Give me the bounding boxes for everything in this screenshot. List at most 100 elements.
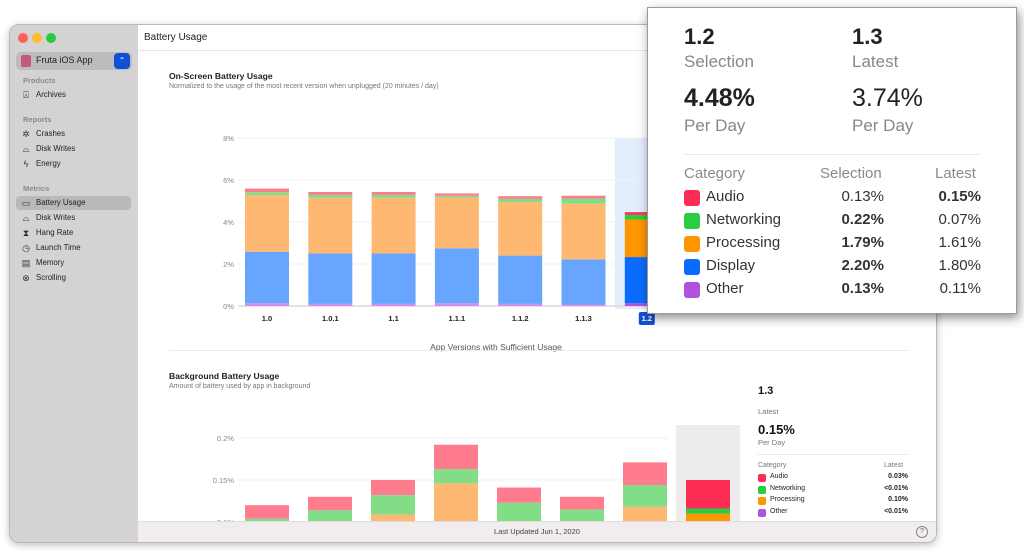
- popover-divider: [684, 154, 981, 155]
- bar-segment-display: [561, 259, 606, 305]
- processing-swatch: [684, 236, 700, 252]
- background-chart-title: Background Battery Usage: [169, 371, 280, 381]
- category-name: Networking: [706, 211, 782, 228]
- selection-value: 1.79%: [841, 234, 884, 251]
- app-name: Fruta iOS App: [36, 55, 93, 65]
- memory-icon: ▤: [21, 258, 31, 268]
- bar-1.1[interactable]: [371, 191, 416, 306]
- help-icon[interactable]: ?: [916, 526, 928, 538]
- minimize-window-button[interactable]: [32, 33, 42, 43]
- bar-1.0[interactable]: [245, 188, 289, 306]
- bar-segment-display: [434, 248, 479, 304]
- last-updated-text: Last Updated Jun 1, 2020: [494, 527, 580, 536]
- y-tick-label: 0%: [223, 302, 234, 311]
- onscreen-chart-subtitle: Normalized to the usage of the most rece…: [169, 83, 439, 90]
- audio-swatch: [758, 474, 766, 482]
- bar-segment-other: [371, 303, 416, 306]
- category-header: Category: [684, 165, 745, 182]
- hourglass-icon: ⧗: [22, 228, 30, 238]
- bar-segment-display: [245, 251, 289, 304]
- x-tick-label: 1.1.3: [575, 314, 592, 323]
- bar-segment-networking: [561, 198, 606, 204]
- y-tick-label: 0.15%: [213, 476, 235, 485]
- app-icon: [21, 55, 31, 67]
- sidebar-section-reports: Reports: [23, 115, 52, 124]
- popover-row-audio: Audio 0.13% 0.15%: [684, 188, 981, 210]
- category-name: Display: [706, 257, 756, 274]
- audio-swatch: [684, 190, 700, 206]
- bar-segment-other: [308, 303, 353, 306]
- bar-segment-processing: [434, 197, 479, 249]
- bar-segment-networking: [497, 502, 541, 522]
- sidebar: Fruta iOS App ⌃ Products ⍓ Archives Reports…: [10, 25, 138, 542]
- bar-segment-networking: [245, 192, 289, 196]
- bar-1.1.3[interactable]: [561, 195, 606, 306]
- bar-segment-audio: [371, 480, 415, 496]
- bar-segment-networking: [371, 194, 416, 198]
- app-selector[interactable]: Fruta iOS App ⌃: [16, 52, 132, 70]
- latest-version: 1.3: [758, 385, 774, 397]
- latest-label: Latest: [758, 407, 779, 416]
- sidebar-item-hang-rate[interactable]: ⧗ Hang Rate: [16, 226, 131, 240]
- bar-1.2[interactable]: [623, 462, 667, 525]
- bar-segment-audio: [497, 487, 541, 503]
- sidebar-item-label: Battery Usage: [36, 198, 86, 207]
- bar-segment-audio: [434, 444, 478, 470]
- zoom-window-button[interactable]: [46, 33, 56, 43]
- sidebar-item-disk-writes[interactable]: ⌓ Disk Writes: [16, 211, 131, 225]
- scroll-icon: ⊗: [22, 273, 30, 283]
- bar-1.1.1[interactable]: [434, 193, 479, 306]
- bar-1.3[interactable]: [686, 480, 730, 525]
- sidebar-section-metrics: Metrics: [23, 184, 50, 193]
- sidebar-item-label: Scrolling: [36, 273, 66, 282]
- bar-segment-networking: [371, 495, 415, 515]
- processing-swatch: [758, 497, 766, 505]
- sidebar-item-battery-usage[interactable]: ▭ Battery Usage: [16, 196, 131, 210]
- comparison-popover: 1.2 Selection 1.3 Latest 4.48% Per Day 3…: [647, 7, 1017, 314]
- networking-swatch: [758, 485, 766, 494]
- selection-label: Selection: [684, 52, 754, 71]
- category-name: Processing: [706, 234, 781, 251]
- y-tick-label: 4%: [223, 218, 234, 227]
- latest-value: 0.10%: [888, 496, 908, 503]
- sidebar-item-scrolling[interactable]: ⊗ Scrolling: [16, 271, 131, 285]
- bar-segment-audio: [560, 496, 604, 510]
- bar-1.1[interactable]: [371, 480, 415, 525]
- sidebar-item-crashes[interactable]: ✲ Crashes: [16, 127, 131, 141]
- background-battery-chart: 0.1%0.15%0.2%: [213, 425, 740, 525]
- bar-1.0.1[interactable]: [308, 191, 353, 306]
- bar-1.1.1[interactable]: [434, 444, 478, 525]
- sidebar-item-archives[interactable]: ⍓ Archives: [16, 88, 131, 102]
- bar-segment-other: [561, 304, 606, 306]
- sidebar-item-energy[interactable]: ϟ Energy: [16, 157, 131, 171]
- latest-value: 1.61%: [938, 234, 981, 251]
- category-name: Processing: [770, 496, 805, 503]
- latest-header: Latest: [935, 165, 976, 182]
- bar-segment-other: [434, 303, 479, 306]
- battery-icon: ▭: [21, 198, 31, 208]
- bar-segment-audio: [561, 195, 606, 199]
- timer-icon: ◷: [22, 243, 30, 253]
- bar-segment-networking: [434, 195, 479, 198]
- background-chart-subtitle: Amount of battery used by app in backgro…: [169, 383, 311, 390]
- latest-version: 1.3: [852, 24, 883, 49]
- y-tick-label: 0.2%: [217, 434, 234, 443]
- sidebar-item-label: Crashes: [36, 129, 66, 138]
- latest-value: <0.01%: [884, 484, 908, 492]
- sidebar-item-disk-writes[interactable]: ⌓ Disk Writes: [16, 142, 131, 156]
- bar-segment-audio: [308, 191, 353, 195]
- latest-value: <0.01%: [884, 507, 908, 515]
- category-name: Other: [706, 280, 744, 297]
- bar-1.1.2[interactable]: [497, 487, 541, 525]
- page-title: Battery Usage: [144, 32, 208, 43]
- bar-1.1.2[interactable]: [498, 196, 543, 306]
- bar-segment-display: [371, 253, 416, 304]
- sidebar-item-memory[interactable]: ▤ Memory: [16, 256, 131, 270]
- sidebar-item-label: Memory: [36, 258, 65, 267]
- selection-per-day-label: Per Day: [684, 116, 746, 135]
- chevron-up-down-icon[interactable]: ⌃: [114, 53, 130, 69]
- summary-row-networking: Networking <0.01%: [758, 485, 908, 496]
- sidebar-item-launch-time[interactable]: ◷ Launch Time: [16, 241, 131, 255]
- close-window-button[interactable]: [18, 33, 28, 43]
- summary-row-processing: Processing 0.10%: [758, 496, 908, 507]
